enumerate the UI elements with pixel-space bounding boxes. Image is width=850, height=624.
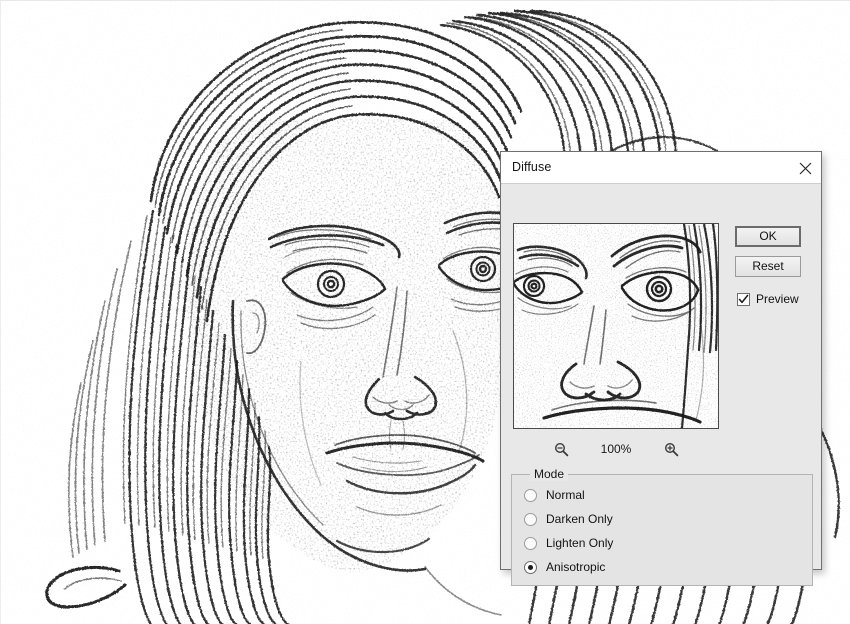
- radio-label: Normal: [546, 488, 585, 502]
- radio-indicator: [524, 536, 537, 550]
- dialog-title: Diffuse: [512, 160, 552, 174]
- dialog-body: 100% OK Reset Preview Mode Normal Darken…: [501, 184, 821, 586]
- radio-option-anisotropic[interactable]: Anisotropic: [524, 560, 605, 574]
- radio-indicator: [524, 488, 537, 502]
- zoom-out-magnifier-icon[interactable]: [551, 439, 571, 459]
- screen: Diffuse 100% OK Reset Preview Mode Norma…: [0, 0, 850, 624]
- mode-group-legend: Mode: [530, 467, 569, 481]
- radio-option-darken-only[interactable]: Darken Only: [524, 512, 613, 526]
- radio-label: Darken Only: [546, 512, 613, 526]
- preview-zoom-controls: 100%: [513, 436, 719, 462]
- radio-indicator-selected: [524, 560, 537, 574]
- diffuse-dialog: Diffuse 100% OK Reset Preview Mode Norma…: [500, 151, 822, 586]
- ok-button[interactable]: OK: [735, 226, 801, 247]
- radio-label: Lighten Only: [546, 536, 614, 550]
- radio-option-lighten-only[interactable]: Lighten Only: [524, 536, 613, 550]
- preview-sketch-image: [514, 224, 718, 428]
- preview-checkbox-label: Preview: [756, 292, 799, 306]
- preview-checkbox[interactable]: Preview: [737, 292, 799, 306]
- mode-group: Mode Normal Darken Only Lighten Only Ani…: [511, 467, 813, 586]
- reset-button[interactable]: Reset: [735, 256, 801, 277]
- zoom-in-magnifier-icon[interactable]: [661, 439, 681, 459]
- zoom-level-label: 100%: [600, 442, 632, 456]
- close-icon[interactable]: [793, 156, 817, 180]
- radio-label: Anisotropic: [546, 560, 606, 574]
- radio-option-normal[interactable]: Normal: [524, 488, 585, 502]
- preview-image-frame[interactable]: [513, 223, 719, 429]
- radio-indicator: [524, 512, 537, 526]
- dialog-titlebar[interactable]: Diffuse: [501, 152, 821, 184]
- checkmark-icon: [737, 292, 750, 306]
